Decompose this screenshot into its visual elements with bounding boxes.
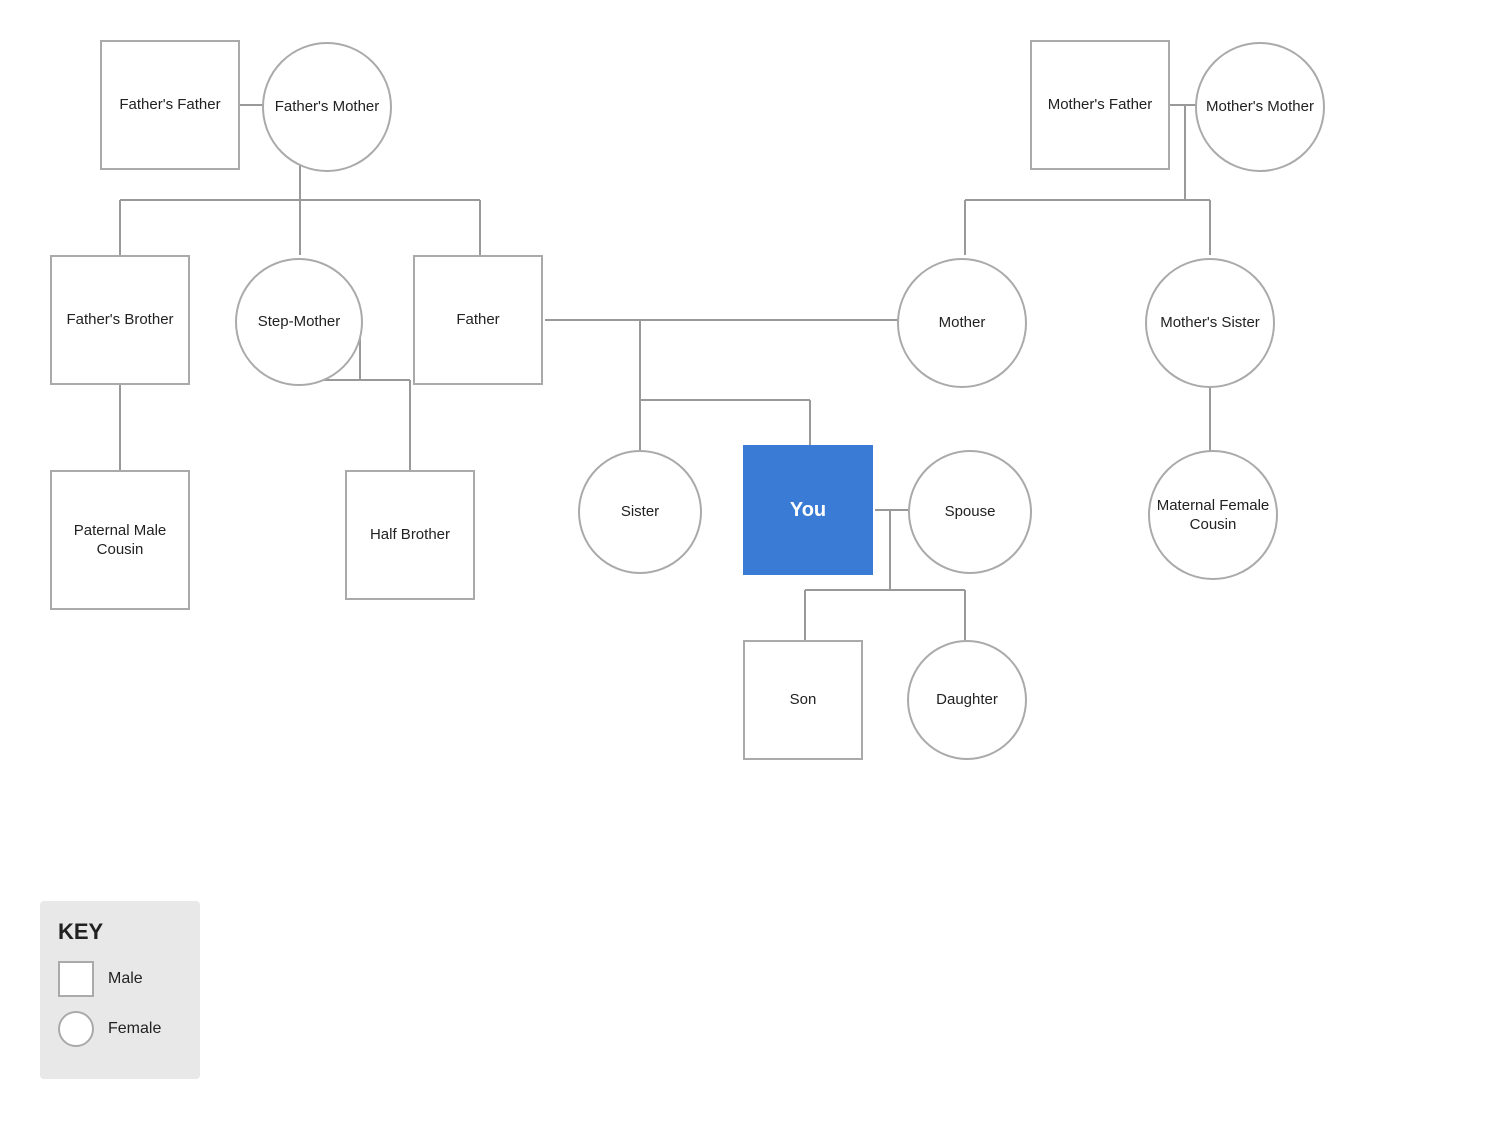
fathers-father-node: Father's Father — [100, 40, 240, 170]
key-female-symbol — [58, 1011, 94, 1047]
half-brother-node: Half Brother — [345, 470, 475, 600]
key-male-label: Male — [108, 970, 143, 988]
you-node: You — [743, 445, 873, 575]
key-male-item: Male — [58, 961, 172, 997]
mother-node: Mother — [897, 258, 1027, 388]
maternal-female-cousin-node: Maternal Female Cousin — [1148, 450, 1278, 580]
fathers-brother-node: Father's Brother — [50, 255, 190, 385]
key-female-item: Female — [58, 1011, 172, 1047]
key-female-label: Female — [108, 1020, 161, 1038]
son-node: Son — [743, 640, 863, 760]
key-title: KEY — [58, 919, 172, 945]
paternal-male-cousin-node: Paternal Male Cousin — [50, 470, 190, 610]
sister-node: Sister — [578, 450, 702, 574]
fathers-mother-node: Father's Mother — [262, 42, 392, 172]
key-male-symbol — [58, 961, 94, 997]
mothers-mother-node: Mother's Mother — [1195, 42, 1325, 172]
spouse-node: Spouse — [908, 450, 1032, 574]
family-tree-diagram: Father's Father Father's Mother Mother's… — [0, 0, 1500, 1139]
father-node: Father — [413, 255, 543, 385]
mothers-father-node: Mother's Father — [1030, 40, 1170, 170]
mothers-sister-node: Mother's Sister — [1145, 258, 1275, 388]
daughter-node: Daughter — [907, 640, 1027, 760]
step-mother-node: Step-Mother — [235, 258, 363, 386]
key-box: KEY Male Female — [40, 901, 200, 1079]
